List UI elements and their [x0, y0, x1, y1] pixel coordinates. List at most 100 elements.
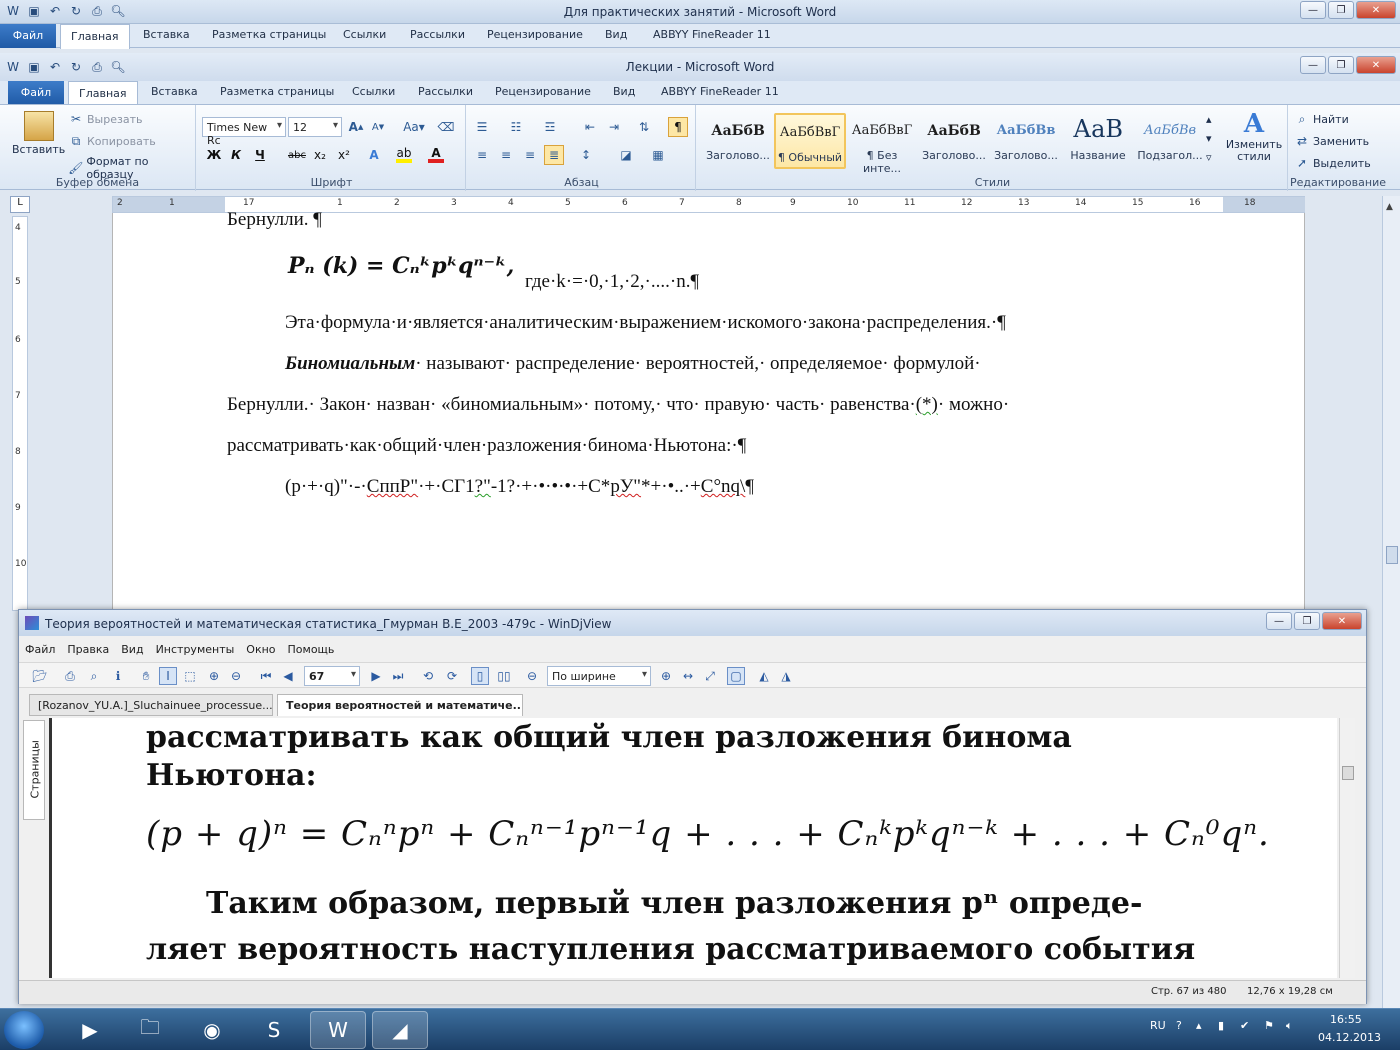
- print-icon[interactable]: ⎙: [61, 667, 79, 685]
- shading-button[interactable]: ◪: [618, 147, 634, 163]
- superscript-button[interactable]: x²: [336, 147, 352, 163]
- back-icon[interactable]: ⟲: [419, 667, 437, 685]
- tab-file[interactable]: Файл: [0, 24, 56, 48]
- clock-time[interactable]: 16:55: [1330, 1013, 1362, 1026]
- menu-tools[interactable]: Инструменты: [150, 640, 241, 660]
- find-icon[interactable]: ⌕: [85, 667, 103, 685]
- tray-expand-icon[interactable]: ▴: [1196, 1019, 1202, 1032]
- close-button[interactable]: ✕: [1356, 1, 1396, 19]
- style-subtitle[interactable]: АаБбВв Подзагол...: [1134, 113, 1206, 169]
- font-name-combo[interactable]: Times New Rc: [202, 117, 286, 147]
- page-number-input[interactable]: 67: [304, 666, 360, 686]
- pages-side-tab[interactable]: Страницы: [23, 720, 45, 820]
- menu-window[interactable]: Окно: [240, 640, 281, 660]
- style-no-spacing[interactable]: АаБбВвГ ¶ Без инте...: [846, 113, 918, 175]
- styles-gallery-scroll[interactable]: ▴ ▾ ▿: [1206, 113, 1212, 164]
- cut-button[interactable]: ✂ Вырезать: [68, 111, 143, 127]
- style-normal[interactable]: АаБбВвГ ¶ Обычный: [774, 113, 846, 169]
- tab-review[interactable]: Рецензирование: [495, 85, 591, 98]
- media-player-icon[interactable]: ▶: [62, 1011, 118, 1049]
- tab-page-layout[interactable]: Разметка страницы: [212, 28, 326, 41]
- align-left-button[interactable]: ≡: [474, 147, 490, 163]
- tab-abbyy[interactable]: ABBYY FineReader 11: [661, 85, 779, 98]
- tab-view[interactable]: Вид: [613, 85, 635, 98]
- last-page-icon[interactable]: ⏭: [389, 667, 407, 685]
- minimize-button[interactable]: —: [1300, 1, 1326, 19]
- forward-icon[interactable]: ⟳: [443, 667, 461, 685]
- tab-insert[interactable]: Вставка: [151, 85, 198, 98]
- grow-font-button[interactable]: A ▲: [348, 119, 364, 135]
- zoom-in-icon[interactable]: ⊕: [657, 667, 675, 685]
- tab-home[interactable]: Главная: [60, 24, 130, 49]
- hand-tool-icon[interactable]: ✋︎: [137, 667, 155, 685]
- sort-button[interactable]: ⇅: [636, 119, 652, 135]
- highlight-button[interactable]: ab: [396, 146, 412, 163]
- word-vertical-scrollbar[interactable]: ▲: [1382, 196, 1400, 1016]
- language-indicator[interactable]: RU: [1150, 1019, 1166, 1032]
- doc-tab-gmurman[interactable]: Теория вероятностей и математиче...✕: [277, 694, 523, 716]
- select-tool-icon[interactable]: I: [159, 667, 177, 685]
- djvu-vertical-scrollbar[interactable]: [1339, 718, 1355, 978]
- tab-page-layout[interactable]: Разметка страницы: [220, 85, 334, 98]
- open-icon[interactable]: 📂︎: [31, 667, 49, 685]
- vertical-ruler[interactable]: 4 5 6 7 8 9 10: [12, 216, 28, 611]
- action-center-icon[interactable]: ⚑: [1264, 1019, 1274, 1032]
- start-button[interactable]: [4, 1011, 44, 1049]
- facing-layout-icon[interactable]: ▯▯: [495, 667, 513, 685]
- clear-format-button[interactable]: ⌫: [438, 119, 455, 135]
- restore-button[interactable]: ❐: [1328, 1, 1354, 19]
- help-icon[interactable]: ?: [1176, 1019, 1182, 1032]
- network-icon[interactable]: ▮: [1218, 1019, 1224, 1032]
- menu-help[interactable]: Помощь: [282, 640, 341, 660]
- borders-button[interactable]: ▦: [650, 147, 666, 163]
- bullets-button[interactable]: ☰: [474, 119, 490, 135]
- tab-references[interactable]: Ссылки: [343, 28, 386, 41]
- restore-button[interactable]: ❐: [1328, 56, 1354, 74]
- text-effects-button[interactable]: A: [366, 147, 382, 163]
- security-icon[interactable]: ✔: [1240, 1019, 1249, 1032]
- tab-mailings[interactable]: Рассылки: [418, 85, 473, 98]
- minimize-button[interactable]: —: [1266, 612, 1292, 630]
- rotate-right-icon[interactable]: ◮: [777, 667, 795, 685]
- close-button[interactable]: ✕: [1322, 612, 1362, 630]
- tab-mailings[interactable]: Рассылки: [410, 28, 465, 41]
- style-heading1[interactable]: АаБбВ Заголово...: [702, 113, 774, 169]
- increase-indent-button[interactable]: ⇥: [606, 119, 622, 135]
- change-case-button[interactable]: Aa▾: [402, 119, 426, 135]
- windjview-taskbar-icon[interactable]: ◢: [372, 1011, 428, 1049]
- font-size-combo[interactable]: 12: [288, 117, 342, 137]
- scroll-thumb[interactable]: [1342, 766, 1354, 780]
- style-heading3[interactable]: АаБбВв Заголово...: [990, 113, 1062, 169]
- close-button[interactable]: ✕: [1356, 56, 1396, 74]
- chrome-icon[interactable]: ◉: [184, 1011, 240, 1049]
- djvu-page-view[interactable]: рассматривать как общий член разложения …: [49, 718, 1337, 978]
- minimize-button[interactable]: —: [1300, 56, 1326, 74]
- fit-width-icon[interactable]: ↔: [679, 667, 697, 685]
- style-heading2[interactable]: АаБбВ Заголово...: [918, 113, 990, 169]
- select-button[interactable]: ➚ Выделить: [1294, 155, 1371, 171]
- line-spacing-button[interactable]: ↕: [578, 147, 594, 163]
- strikethrough-button[interactable]: abc: [286, 147, 308, 163]
- continuous-layout-icon[interactable]: ▯: [471, 667, 489, 685]
- tab-review[interactable]: Рецензирование: [487, 28, 583, 41]
- info-icon[interactable]: ℹ: [109, 667, 127, 685]
- italic-button[interactable]: К: [228, 147, 244, 163]
- actual-size-icon[interactable]: ▢: [727, 667, 745, 685]
- scroll-up-icon[interactable]: ▲: [1386, 202, 1393, 212]
- bold-button[interactable]: Ж: [206, 147, 222, 163]
- paste-button[interactable]: Вставить: [12, 111, 65, 156]
- rect-select-icon[interactable]: ⬚: [181, 667, 199, 685]
- shrink-font-button[interactable]: A ▼: [370, 119, 386, 135]
- restore-button[interactable]: ❐: [1294, 612, 1320, 630]
- zoom-combo[interactable]: По ширине: [547, 666, 651, 686]
- align-center-button[interactable]: ≡: [498, 147, 514, 163]
- tab-file[interactable]: Файл: [8, 81, 64, 105]
- numbering-button[interactable]: ☷: [508, 119, 524, 135]
- tab-selector[interactable]: L: [10, 196, 30, 213]
- fit-page-icon[interactable]: ⤢: [701, 667, 719, 685]
- align-right-button[interactable]: ≡: [522, 147, 538, 163]
- scroll-thumb[interactable]: [1386, 546, 1398, 564]
- rotate-left-icon[interactable]: ◭: [755, 667, 773, 685]
- skype-icon[interactable]: S: [246, 1011, 302, 1049]
- menu-view[interactable]: Вид: [115, 640, 149, 660]
